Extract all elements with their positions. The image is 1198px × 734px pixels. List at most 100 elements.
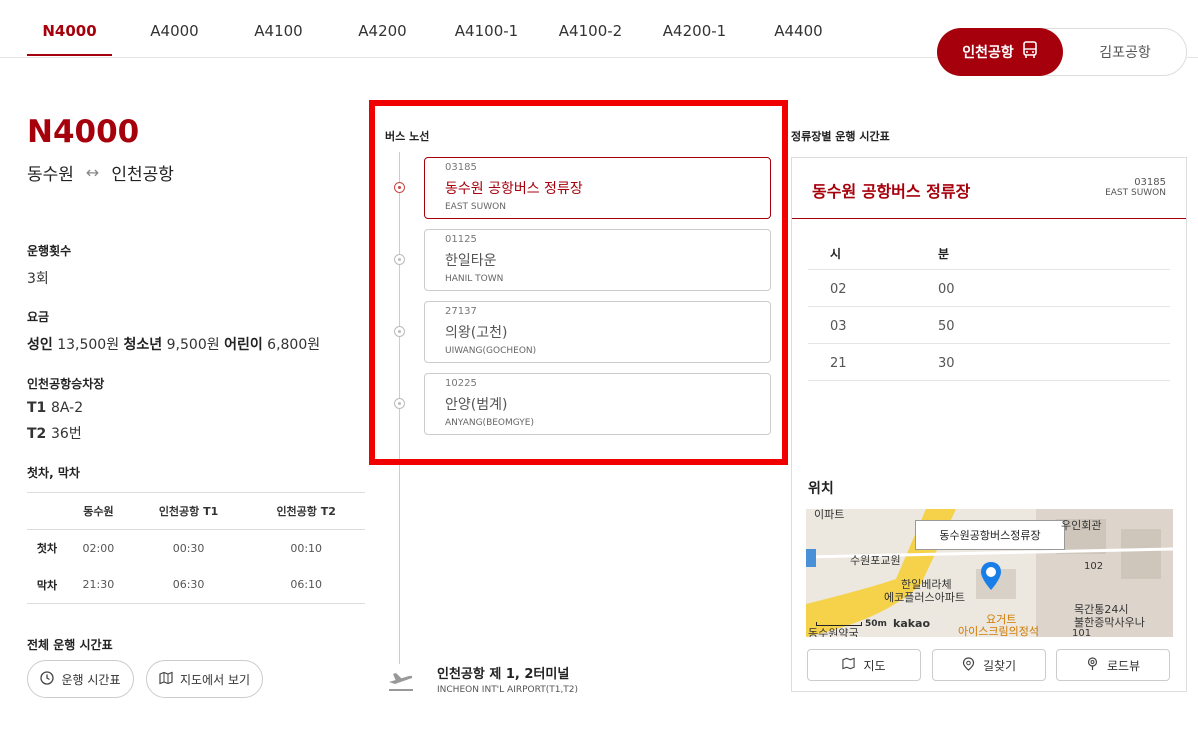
map-label: 101 xyxy=(1072,628,1092,637)
bus-icon xyxy=(1022,41,1038,63)
location-title: 위치 xyxy=(808,481,834,497)
directions-button-label: 길찾기 xyxy=(982,658,1017,673)
selected-stop-name: 동수원 공항버스 정류장 xyxy=(812,182,971,201)
table-header: 인천공항 T2 xyxy=(247,492,365,530)
t2-value: 36번 xyxy=(51,426,82,442)
roadview-icon xyxy=(1086,656,1099,674)
table-row: 막차 21:30 06:30 06:10 xyxy=(27,566,365,604)
table-cell: 00:10 xyxy=(290,541,323,555)
table-header xyxy=(27,492,68,530)
all-timetable-label: 전체 운행 시간표 xyxy=(27,638,113,652)
tab-a4100[interactable]: A4100 xyxy=(236,22,321,56)
timetable-button-label: 운행 시간표 xyxy=(61,672,121,687)
highlight-box xyxy=(369,100,788,465)
fare-child: 6,800원 xyxy=(267,337,321,353)
route-from: 동수원 xyxy=(27,165,74,185)
roadview-button-label: 로드뷰 xyxy=(1106,658,1141,673)
tab-a4200[interactable]: A4200 xyxy=(340,22,425,56)
route-number: N4000 xyxy=(27,114,140,150)
gimpo-airport-button[interactable]: 김포공항 xyxy=(1063,28,1187,76)
stop-timetable-panel: 동수원 공항버스 정류장 03185 EAST SUWON 시 분 02 00 … xyxy=(791,157,1187,692)
minute-cell: 50 xyxy=(938,319,955,334)
kakao-logo: kakao xyxy=(893,617,931,630)
timetable-header-row: 시 분 xyxy=(808,233,1170,270)
directions-button[interactable]: 길찾기 xyxy=(932,649,1046,681)
route-to: 인천공항 xyxy=(111,165,174,185)
fare-label: 요금 xyxy=(27,310,50,324)
terminal-name: 인천공항 제 1, 2터미널 xyxy=(437,667,570,682)
tab-a4000[interactable]: A4000 xyxy=(132,22,217,56)
airport-stops-label: 인천공항승차장 xyxy=(27,377,105,391)
table-row: 03 50 xyxy=(808,307,1170,344)
tab-a4400[interactable]: A4400 xyxy=(756,22,841,56)
terminal-en-name: INCHEON INT'L AIRPORT(T1,T2) xyxy=(437,685,579,695)
map-scale-label: 50m xyxy=(865,619,887,629)
view-on-map-label: 지도에서 보기 xyxy=(179,672,251,687)
table-row: 02 00 xyxy=(808,270,1170,307)
minute-cell: 00 xyxy=(938,282,955,297)
incheon-airport-label: 인천공항 xyxy=(962,45,1014,61)
map-button-label: 지도 xyxy=(863,658,886,673)
row-label: 첫차 xyxy=(36,542,58,556)
stop-timetable-title: 정류장별 운행 시간표 xyxy=(791,130,890,143)
map-button[interactable]: 지도 xyxy=(807,649,921,681)
map-label: 에코플러스아파트 xyxy=(884,591,965,604)
map-label: 수원포교원 xyxy=(850,554,901,567)
map-pin-icon xyxy=(980,561,1002,595)
selected-stop-en: EAST SUWON xyxy=(1105,188,1166,198)
table-cell: 06:30 xyxy=(129,566,248,604)
t1-value: 8A-2 xyxy=(51,400,84,416)
tab-n4000[interactable]: N4000 xyxy=(27,22,112,56)
table-row: 21 30 xyxy=(808,344,1170,381)
table-cell: 06:10 xyxy=(247,566,365,604)
map-label: 동수원약국 xyxy=(808,627,859,637)
map-label: 이파트 xyxy=(814,509,845,521)
first-last-table: 동수원 인천공항 T1 인천공항 T2 첫차 02:00 00:30 00:10… xyxy=(27,492,365,604)
map-icon xyxy=(159,671,173,688)
fare-youth-label: 청소년 xyxy=(123,337,163,353)
selected-stop-id: 03185 xyxy=(1134,177,1166,188)
hour-cell: 03 xyxy=(830,319,847,334)
hour-col-header: 시 xyxy=(830,247,842,261)
airport-toggle: 인천공항 김포공항 xyxy=(937,28,1187,76)
map-scale-bar xyxy=(816,622,862,626)
table-cell: 00:30 xyxy=(172,541,205,555)
fare-adult: 13,500원 xyxy=(57,337,120,353)
tab-a4100-1[interactable]: A4100-1 xyxy=(444,22,529,56)
roadview-button[interactable]: 로드뷰 xyxy=(1056,649,1170,681)
fare-child-label: 어린이 xyxy=(224,337,263,353)
stop-timetable-header: 동수원 공항버스 정류장 03185 EAST SUWON xyxy=(792,158,1186,219)
clock-icon xyxy=(40,670,55,688)
view-on-map-button[interactable]: 지도에서 보기 xyxy=(146,660,263,698)
map-label: 102 xyxy=(1084,561,1104,572)
hour-cell: 21 xyxy=(830,356,847,371)
fare-adult-label: 성인 xyxy=(27,337,53,353)
runs-label: 운행횟수 xyxy=(27,244,72,258)
tab-a4100-2[interactable]: A4100-2 xyxy=(548,22,633,56)
t2-label: T2 xyxy=(27,426,47,442)
runs-value: 3회 xyxy=(27,271,49,287)
table-cell: 02:00 xyxy=(82,541,115,555)
location-pin-icon xyxy=(962,656,975,674)
table-cell: 21:30 xyxy=(67,566,130,604)
fare-youth: 9,500원 xyxy=(166,337,220,353)
hour-cell: 02 xyxy=(830,282,847,297)
minute-col-header: 분 xyxy=(938,247,950,261)
bidirectional-arrow-icon: ↔ xyxy=(85,163,100,182)
table-header: 동수원 xyxy=(67,492,130,530)
map-icon xyxy=(842,657,856,673)
map-label: 우인회관 xyxy=(1061,519,1102,532)
map-label: 아이스크림의정석 xyxy=(958,625,1039,637)
t1-label: T1 xyxy=(27,400,47,416)
airplane-icon xyxy=(387,668,415,696)
table-header: 인천공항 T1 xyxy=(129,492,248,530)
fare-values: 성인 13,500원 청소년 9,500원 어린이 6,800원 xyxy=(27,334,320,354)
t2-stop: T2 36번 xyxy=(27,423,82,443)
tab-a4200-1[interactable]: A4200-1 xyxy=(652,22,737,56)
route-path: 동수원 ↔ 인천공항 xyxy=(27,160,174,185)
timetable-button[interactable]: 운행 시간표 xyxy=(27,660,134,698)
minute-cell: 30 xyxy=(938,356,955,371)
incheon-airport-button[interactable]: 인천공항 xyxy=(937,28,1063,76)
t1-stop: T1 8A-2 xyxy=(27,400,83,416)
location-map[interactable]: 동수원공항버스정류장 수원포교원 한일베라체 에코플러스아파트 요거트 아이스크… xyxy=(806,509,1173,637)
